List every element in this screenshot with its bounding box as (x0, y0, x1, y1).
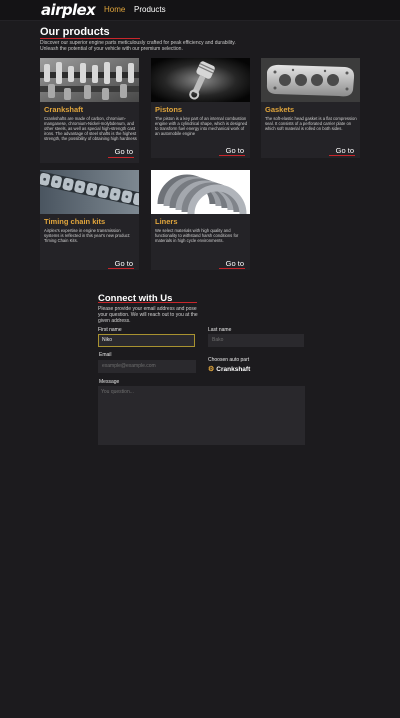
goto-link-underline (108, 157, 134, 158)
nav-link-products[interactable]: Products (134, 5, 166, 14)
crankshaft-photo (40, 58, 139, 102)
gear-icon: ⚙ (208, 366, 215, 373)
top-navbar: airplex Home Products (0, 0, 400, 21)
message-placeholder: You question... (101, 389, 134, 395)
card-description: Airplex's expertise in engine transmissi… (44, 228, 131, 243)
chosen-part-label: Choosen auto part (208, 357, 250, 363)
goto-link-underline (219, 268, 245, 269)
chosen-part-value: Crankshaft (216, 366, 251, 373)
contact-title-underline (98, 302, 197, 303)
product-card-liners: Liners We select materials with high qua… (151, 170, 250, 270)
products-title-underline (40, 38, 140, 39)
last-name-label: Last name (208, 327, 232, 333)
piston-photo (151, 58, 250, 102)
product-card-gaskets: Gaskets The soft-elastic head gasket is … (261, 58, 360, 158)
message-label: Message (99, 379, 120, 385)
goto-link-pistons[interactable]: Go to (226, 146, 244, 155)
goto-link-liners[interactable]: Go to (226, 259, 244, 268)
timing-chain-photo (40, 170, 139, 214)
card-title: Pistons (155, 105, 183, 114)
brand-logo[interactable]: airplex (41, 1, 96, 19)
products-subtitle: Discover our superior engine parts metic… (40, 40, 236, 52)
card-title: Gaskets (265, 105, 295, 114)
first-name-label: First name (98, 327, 122, 333)
card-title: Timing chain kits (44, 217, 106, 226)
card-title: Crankshaft (44, 105, 84, 114)
goto-link-crankshaft[interactable]: Go to (115, 147, 133, 156)
goto-link-underline (219, 155, 245, 156)
first-name-input[interactable]: Niko (98, 334, 195, 347)
card-description: We select materials with high quality an… (155, 228, 239, 243)
product-card-crankshaft: Crankshaft Crankshafts are made of carbo… (40, 58, 139, 163)
goto-link-underline (108, 268, 134, 269)
card-description: Crankshafts are made of carbon, chromium… (44, 116, 137, 141)
goto-link-gaskets[interactable]: Go to (336, 146, 354, 155)
nav-link-home[interactable]: Home (104, 5, 125, 14)
products-title: Our products (40, 26, 110, 38)
goto-link-underline (329, 155, 355, 156)
last-name-input[interactable]: Bako (208, 334, 304, 347)
message-textarea[interactable]: You question... (98, 386, 305, 445)
product-card-timing-chain-kits: Timing chain kits Airplex's expertise in… (40, 170, 139, 270)
goto-link-timing-chain-kits[interactable]: Go to (115, 259, 133, 268)
liners-photo (151, 170, 250, 214)
card-description: The piston is a key part of an internal … (155, 116, 248, 136)
email-label: Email (99, 352, 112, 358)
card-description: The soft-elastic head gasket is a flat c… (265, 116, 357, 131)
email-input[interactable]: example@example.com (98, 360, 196, 373)
card-title: Liners (155, 217, 178, 226)
chosen-part-display: ⚙ Crankshaft (208, 365, 250, 373)
product-card-pistons: Pistons The piston is a key part of an i… (151, 58, 250, 158)
contact-subtitle: Please provide your email address and po… (98, 306, 198, 324)
gasket-photo (261, 58, 360, 102)
